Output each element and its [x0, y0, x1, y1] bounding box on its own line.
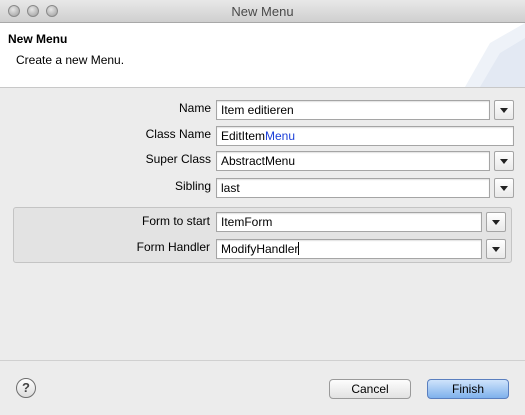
form-to-start-field[interactable]: ItemForm — [216, 212, 482, 232]
super-class-dropdown-button[interactable] — [494, 151, 514, 171]
form-handler-value: ModifyHandler — [221, 242, 299, 256]
super-class-label: Super Class — [145, 152, 211, 166]
title-bar[interactable]: New Menu — [0, 0, 525, 23]
class-name-label: Class Name — [145, 127, 211, 141]
name-dropdown-button[interactable] — [494, 100, 514, 120]
form-handler-field[interactable]: ModifyHandler — [216, 239, 482, 259]
sibling-dropdown-button[interactable] — [494, 178, 514, 198]
footer-divider — [0, 360, 525, 361]
class-name-field[interactable]: EditItemMenu — [216, 126, 514, 146]
wizard-banner: New Menu Create a new Menu. — [0, 23, 525, 88]
class-name-suffix: Menu — [265, 129, 296, 143]
sibling-label: Sibling — [174, 179, 211, 193]
form-handler-dropdown-button[interactable] — [486, 239, 506, 259]
form-handler-label: Form Handler — [136, 240, 210, 254]
banner-decoration-graphic — [465, 23, 525, 87]
super-class-field[interactable]: AbstractMenu — [216, 151, 490, 171]
window-title: New Menu — [231, 4, 294, 19]
form-to-start-dropdown-button[interactable] — [486, 212, 506, 232]
sibling-field[interactable]: last — [216, 178, 490, 198]
finish-button[interactable]: Finish — [427, 379, 509, 399]
cancel-button[interactable]: Cancel — [329, 379, 411, 399]
banner-title: New Menu — [8, 32, 68, 46]
help-icon[interactable]: ? — [16, 378, 36, 398]
banner-message: Create a new Menu. — [16, 53, 125, 67]
class-name-prefix: EditItem — [221, 129, 266, 143]
name-label: Name — [178, 101, 211, 115]
dialog-window: New Menu New Menu Create a new Menu. Nam… — [0, 0, 525, 415]
text-cursor — [298, 242, 300, 255]
name-field[interactable]: Item editieren — [216, 100, 490, 120]
form-to-start-label: Form to start — [141, 214, 210, 228]
